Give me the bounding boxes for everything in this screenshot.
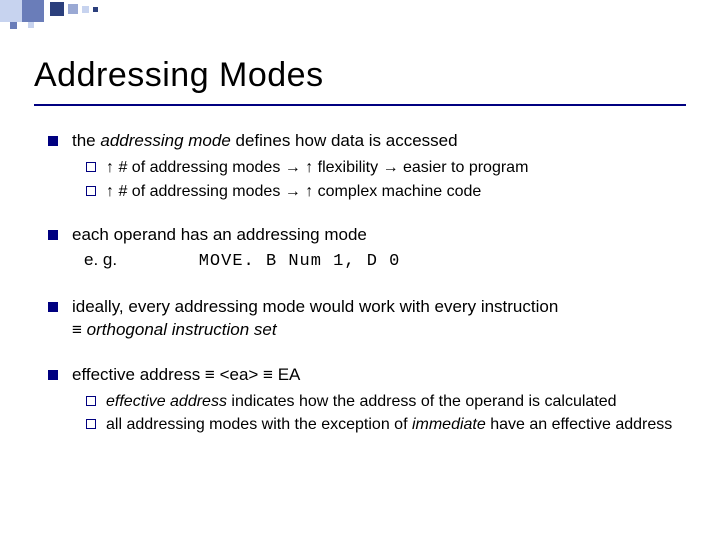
body-text: the [72, 131, 100, 150]
sub-bullet-item: all addressing modes with the exception … [84, 414, 684, 436]
body-text: ideally, every addressing mode would wor… [72, 297, 558, 316]
deco-square [0, 0, 22, 22]
example-label: e. g. [84, 249, 194, 272]
slide-title: Addressing Modes [34, 56, 324, 95]
sub-bullet-item: effective address indicates how the addr… [84, 391, 684, 413]
example-line: e. g. MOVE. B Num 1, D 0 [72, 249, 684, 274]
body-text-emph: effective address [106, 393, 227, 410]
body-text: all addressing modes with the exception … [106, 416, 412, 433]
body-text: each operand has an addressing mode [72, 225, 367, 244]
body-text-emph: addressing mode [100, 131, 230, 150]
sub-bullet-list: ↑ # of addressing modes → ↑ flexibility … [72, 157, 684, 202]
body-text-emph: immediate [412, 416, 486, 433]
bullet-list: the addressing mode defines how data is … [44, 130, 684, 436]
body-text: defines how data is accessed [231, 131, 458, 150]
body-text: effective address ≡ <ea> ≡ EA [72, 365, 300, 384]
example-code: MOVE. B Num 1, D 0 [199, 252, 401, 271]
deco-square [22, 0, 44, 22]
deco-square [10, 22, 17, 29]
deco-square [68, 4, 78, 14]
bullet-item: effective address ≡ <ea> ≡ EA effective … [44, 364, 684, 436]
deco-square [93, 7, 98, 12]
deco-square [82, 6, 89, 13]
body-text: have an effective address [486, 416, 673, 433]
body-text: ↑ # of addressing modes → ↑ complex mach… [106, 183, 481, 200]
slide-body: the addressing mode defines how data is … [44, 130, 684, 458]
slide: Addressing Modes the addressing mode def… [0, 0, 720, 540]
sub-bullet-item: ↑ # of addressing modes → ↑ flexibility … [84, 157, 684, 179]
body-text: ≡ [72, 320, 87, 339]
bullet-item: the addressing mode defines how data is … [44, 130, 684, 202]
deco-square [50, 2, 64, 16]
body-text-emph: orthogonal instruction set [87, 320, 277, 339]
body-text: indicates how the address of the operand… [227, 393, 617, 410]
sub-bullet-list: effective address indicates how the addr… [72, 391, 684, 436]
sub-bullet-item: ↑ # of addressing modes → ↑ complex mach… [84, 181, 684, 203]
bullet-item: ideally, every addressing mode would wor… [44, 296, 684, 342]
corner-decoration [0, 0, 160, 30]
bullet-item: each operand has an addressing mode e. g… [44, 224, 684, 274]
deco-square [28, 22, 34, 28]
title-divider [34, 104, 686, 106]
body-text: ↑ # of addressing modes → ↑ flexibility … [106, 159, 528, 176]
